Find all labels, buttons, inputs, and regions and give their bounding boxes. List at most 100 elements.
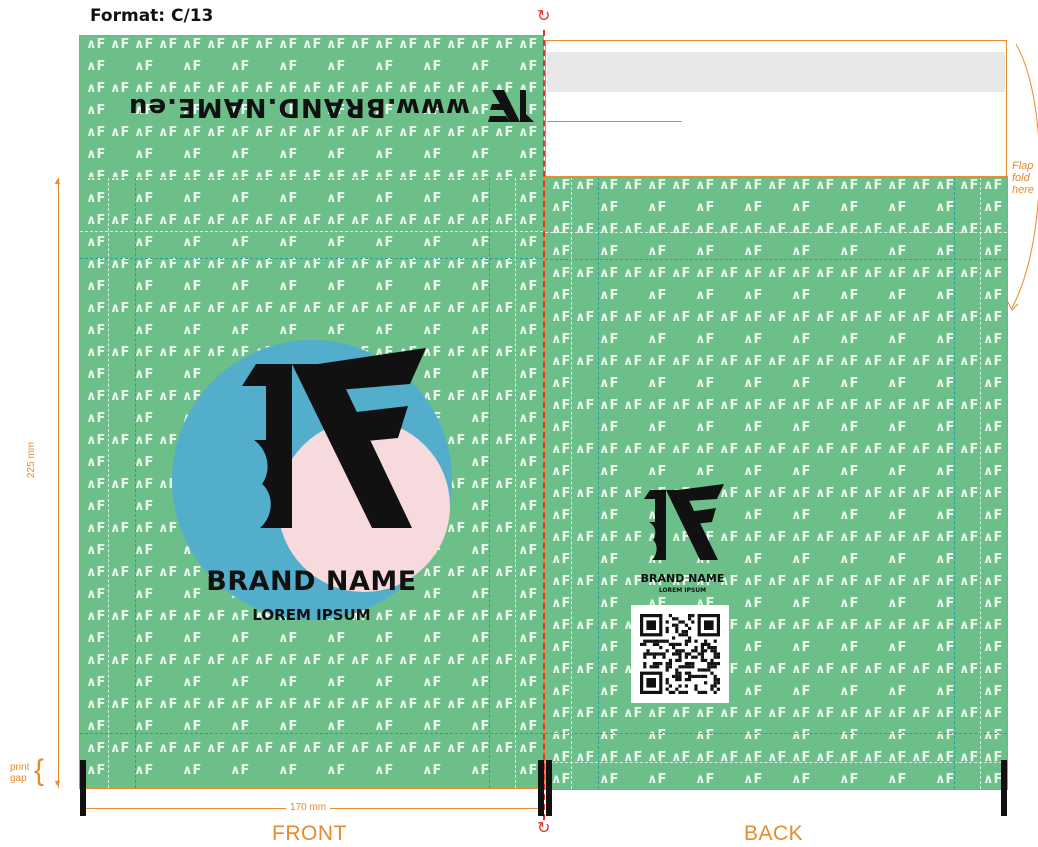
pattern-glyph: ∧F	[422, 59, 441, 74]
pattern-glyph: ∧F	[983, 420, 1002, 435]
qr-module	[649, 639, 653, 643]
pattern-glyph: ∧F	[134, 213, 153, 228]
pattern-glyph: ∧F	[86, 367, 105, 382]
qr-module	[681, 630, 685, 634]
back-flap-strip	[547, 52, 1005, 92]
qr-module	[675, 623, 679, 627]
qr-code-graphic	[640, 614, 720, 694]
qr-module	[665, 620, 669, 624]
pattern-glyph: ∧F	[494, 653, 513, 668]
pattern-glyph: ∧F	[839, 772, 858, 787]
pattern-glyph: ∧F	[599, 464, 618, 479]
pattern-glyph: ∧F	[374, 631, 393, 646]
qr-module	[675, 668, 679, 672]
qr-module	[684, 655, 688, 659]
pattern-glyph: ∧F	[278, 235, 297, 250]
pattern-glyph: ∧F	[110, 433, 129, 448]
qr-module	[688, 671, 692, 675]
print-gap-label: print gap	[10, 762, 29, 784]
pattern-glyph: ∧F	[767, 486, 786, 501]
pattern-glyph: ∧F	[551, 684, 570, 699]
pattern-glyph: ∧F	[551, 354, 570, 369]
qr-module	[675, 687, 679, 691]
back-tagline: LOREM IPSUM	[658, 587, 707, 594]
pattern-glyph: ∧F	[326, 631, 345, 646]
pattern-glyph: ∧F	[695, 376, 714, 391]
bottom-rotate-icon: ↻	[537, 820, 551, 837]
pattern-glyph: ∧F	[494, 37, 513, 52]
qr-module	[716, 681, 720, 685]
qr-module	[643, 652, 647, 656]
pattern-glyph: ∧F	[230, 59, 249, 74]
qr-module	[652, 639, 656, 643]
pattern-glyph: ∧F	[959, 486, 978, 501]
pattern-glyph: ∧F	[959, 442, 978, 457]
qr-module	[672, 623, 676, 627]
pattern-glyph: ∧F	[494, 125, 513, 140]
pattern-glyph: ∧F	[695, 464, 714, 479]
flap-note-line1: Flap	[1012, 160, 1034, 172]
pattern-glyph: ∧F	[983, 332, 1002, 347]
pattern-glyph: ∧F	[887, 222, 906, 237]
pattern-glyph: ∧F	[623, 706, 642, 721]
qr-module	[640, 642, 644, 646]
pattern-glyph: ∧F	[743, 486, 762, 501]
pattern-glyph: ∧F	[983, 574, 1002, 589]
qr-module	[678, 655, 682, 659]
pattern-glyph: ∧F	[743, 596, 762, 611]
qr-module	[659, 646, 663, 650]
pattern-glyph: ∧F	[518, 433, 537, 448]
pattern-glyph: ∧F	[470, 301, 489, 316]
pattern-glyph: ∧F	[887, 530, 906, 545]
pattern-glyph: ∧F	[206, 257, 225, 272]
qr-module	[675, 671, 679, 675]
pattern-glyph: ∧F	[791, 618, 810, 633]
pattern-glyph: ∧F	[599, 420, 618, 435]
pattern-glyph: ∧F	[494, 389, 513, 404]
pattern-glyph: ∧F	[887, 728, 906, 743]
pattern-glyph: ∧F	[230, 631, 249, 646]
pattern-glyph: ∧F	[551, 618, 570, 633]
qr-module	[662, 639, 666, 643]
pattern-glyph: ∧F	[935, 354, 954, 369]
pattern-glyph: ∧F	[935, 618, 954, 633]
pattern-glyph: ∧F	[647, 354, 666, 369]
qr-module	[668, 690, 672, 694]
pattern-glyph: ∧F	[791, 662, 810, 677]
qr-module	[700, 652, 704, 656]
pattern-glyph: ∧F	[575, 530, 594, 545]
pattern-glyph: ∧F	[599, 706, 618, 721]
pattern-glyph: ∧F	[599, 288, 618, 303]
pattern-glyph: ∧F	[959, 398, 978, 413]
qr-module	[704, 690, 708, 694]
pattern-glyph: ∧F	[935, 442, 954, 457]
pattern-glyph: ∧F	[599, 552, 618, 567]
qr-module	[688, 662, 692, 666]
pattern-glyph: ∧F	[110, 213, 129, 228]
pattern-glyph: ∧F	[86, 37, 105, 52]
qr-module	[694, 674, 698, 678]
pattern-glyph: ∧F	[230, 257, 249, 272]
pattern-glyph: ∧F	[791, 772, 810, 787]
pattern-glyph: ∧F	[398, 257, 417, 272]
pattern-glyph: ∧F	[326, 213, 345, 228]
pattern-glyph: ∧F	[695, 222, 714, 237]
pattern-glyph: ∧F	[230, 675, 249, 690]
pattern-glyph: ∧F	[983, 464, 1002, 479]
pattern-glyph: ∧F	[743, 420, 762, 435]
qr-module	[678, 674, 682, 678]
pattern-glyph: ∧F	[326, 257, 345, 272]
pattern-glyph: ∧F	[230, 323, 249, 338]
qr-module	[675, 658, 679, 662]
pattern-glyph: ∧F	[575, 442, 594, 457]
guide-line	[545, 733, 1007, 734]
pattern-glyph: ∧F	[983, 530, 1002, 545]
pattern-glyph: ∧F	[398, 653, 417, 668]
pattern-glyph: ∧F	[518, 653, 537, 668]
pattern-glyph: ∧F	[326, 301, 345, 316]
pattern-glyph: ∧F	[470, 455, 489, 470]
qr-module	[668, 665, 672, 669]
guide-line	[954, 177, 955, 789]
pattern-glyph: ∧F	[470, 345, 489, 360]
qr-module	[678, 665, 682, 669]
